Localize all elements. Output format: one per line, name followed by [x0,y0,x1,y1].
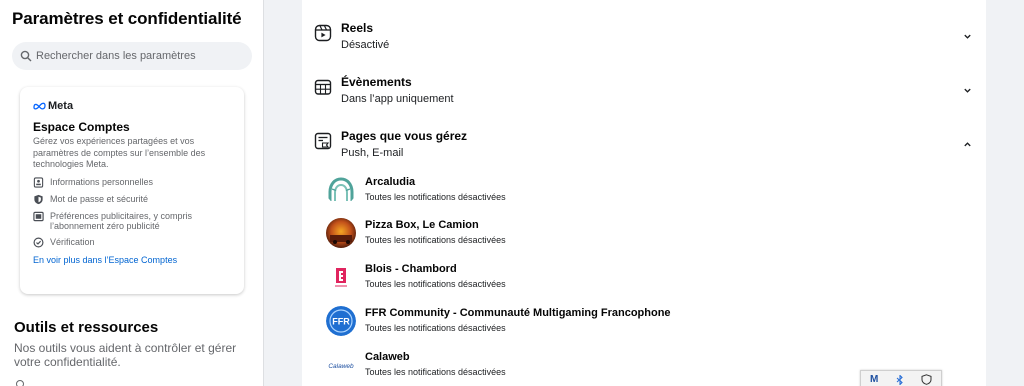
page-avatar [326,175,356,205]
page-status: Toutes les notifications désactivées [365,192,506,202]
tool-item-icon[interactable] [16,380,24,386]
settings-sidebar: Paramètres et confidentialité Rechercher… [0,0,264,386]
page-name: Arcaludia [365,176,416,188]
ad-preferences-label: Préférences publicitaires, y compris l’a… [50,210,193,231]
page-item-pizza-box[interactable]: Pizza Box, Le Camion Toutes les notifica… [326,218,976,262]
monitor-icon [33,211,44,221]
setting-events[interactable]: Évènements Dans l’app uniquement [302,59,986,113]
page-item-ffr-community[interactable]: FFR FFR Community - Communauté Multigami… [326,306,976,350]
ffr-logo-text: FFR [332,317,350,327]
page-name: FFR Community - Communauté Multigaming F… [365,307,671,319]
sidebar-title: Paramètres et confidentialité [12,9,242,28]
pages-icon [314,132,332,150]
id-card-icon [33,176,44,188]
chevron-down-icon[interactable] [963,86,972,95]
page-avatar: FFR [326,306,356,336]
page-avatar [326,218,356,248]
page-item-arcaludia[interactable]: Arcaludia Toutes les notifications désac… [326,175,976,219]
search-placeholder: Rechercher dans les paramètres [36,50,196,62]
extension-tray: M [860,370,942,386]
accounts-center-title: Espace Comptes [33,120,130,134]
page-item-blois-chambord[interactable]: Blois - Chambord Toutes les notification… [326,262,976,306]
accounts-center-link[interactable]: En voir plus dans l’Espace Comptes [33,255,231,265]
setting-title: Évènements [341,75,412,89]
page-name: Calaweb [365,351,410,363]
page-avatar: Calaweb [326,350,356,380]
reels-icon [314,24,332,42]
verification-item[interactable]: Vérification [33,237,231,248]
page-status: Toutes les notifications désactivées [365,367,506,377]
security-shield-icon[interactable] [921,374,932,385]
setting-title: Pages que vous gérez [341,129,468,143]
shield-icon [34,194,43,204]
page-status: Toutes les notifications désactivées [365,323,506,333]
ad-preferences-item[interactable]: Préférences publicitaires, y compris l’a… [33,211,231,231]
password-security-item[interactable]: Mot de passe et sécurité [33,194,231,205]
personal-info-label: Informations personnelles [50,176,154,187]
personal-info-item[interactable]: Informations personnelles [33,177,231,188]
page-status: Toutes les notifications désactivées [365,279,506,289]
password-security-label: Mot de passe et sécurité [50,193,149,204]
calaweb-logo-text: Calaweb [328,363,354,370]
page-name: Pizza Box, Le Camion [365,219,479,231]
setting-reels[interactable]: Reels Désactivé [302,5,986,59]
chevron-up-icon[interactable] [963,140,972,149]
verification-label: Vérification [50,236,95,247]
search-icon [20,50,32,62]
meta-logo-icon [33,102,46,110]
check-circle-icon [33,237,44,247]
meta-brand: Meta [48,100,74,112]
bluetooth-icon[interactable] [896,375,904,385]
accounts-center-description: Gérez vos expériences partagées et vos p… [33,136,206,169]
meta-logo: Meta [33,99,231,113]
setting-title: Reels [341,21,374,35]
page-name: Blois - Chambord [365,263,457,275]
setting-managed-pages[interactable]: Pages que vous gérez Push, E-mail [302,113,986,167]
tools-title: Outils et ressources [14,319,159,336]
chevron-down-icon[interactable] [963,32,972,41]
notifications-panel: Reels Désactivé Évènements Dans l’app un… [302,0,986,386]
accounts-center-card: Meta Espace Comptes Gérez vos expérience… [20,87,244,294]
page-status: Toutes les notifications désactivées [365,235,506,245]
malwarebytes-icon[interactable]: M [870,374,878,385]
calendar-icon [314,79,332,95]
tools-description: Nos outils vous aident à contrôler et gé… [14,341,237,369]
setting-subtitle: Désactivé [341,39,390,51]
search-input[interactable]: Rechercher dans les paramètres [12,42,252,70]
setting-subtitle: Push, E-mail [341,147,404,159]
setting-subtitle: Dans l’app uniquement [341,93,454,105]
page-avatar [326,262,356,292]
